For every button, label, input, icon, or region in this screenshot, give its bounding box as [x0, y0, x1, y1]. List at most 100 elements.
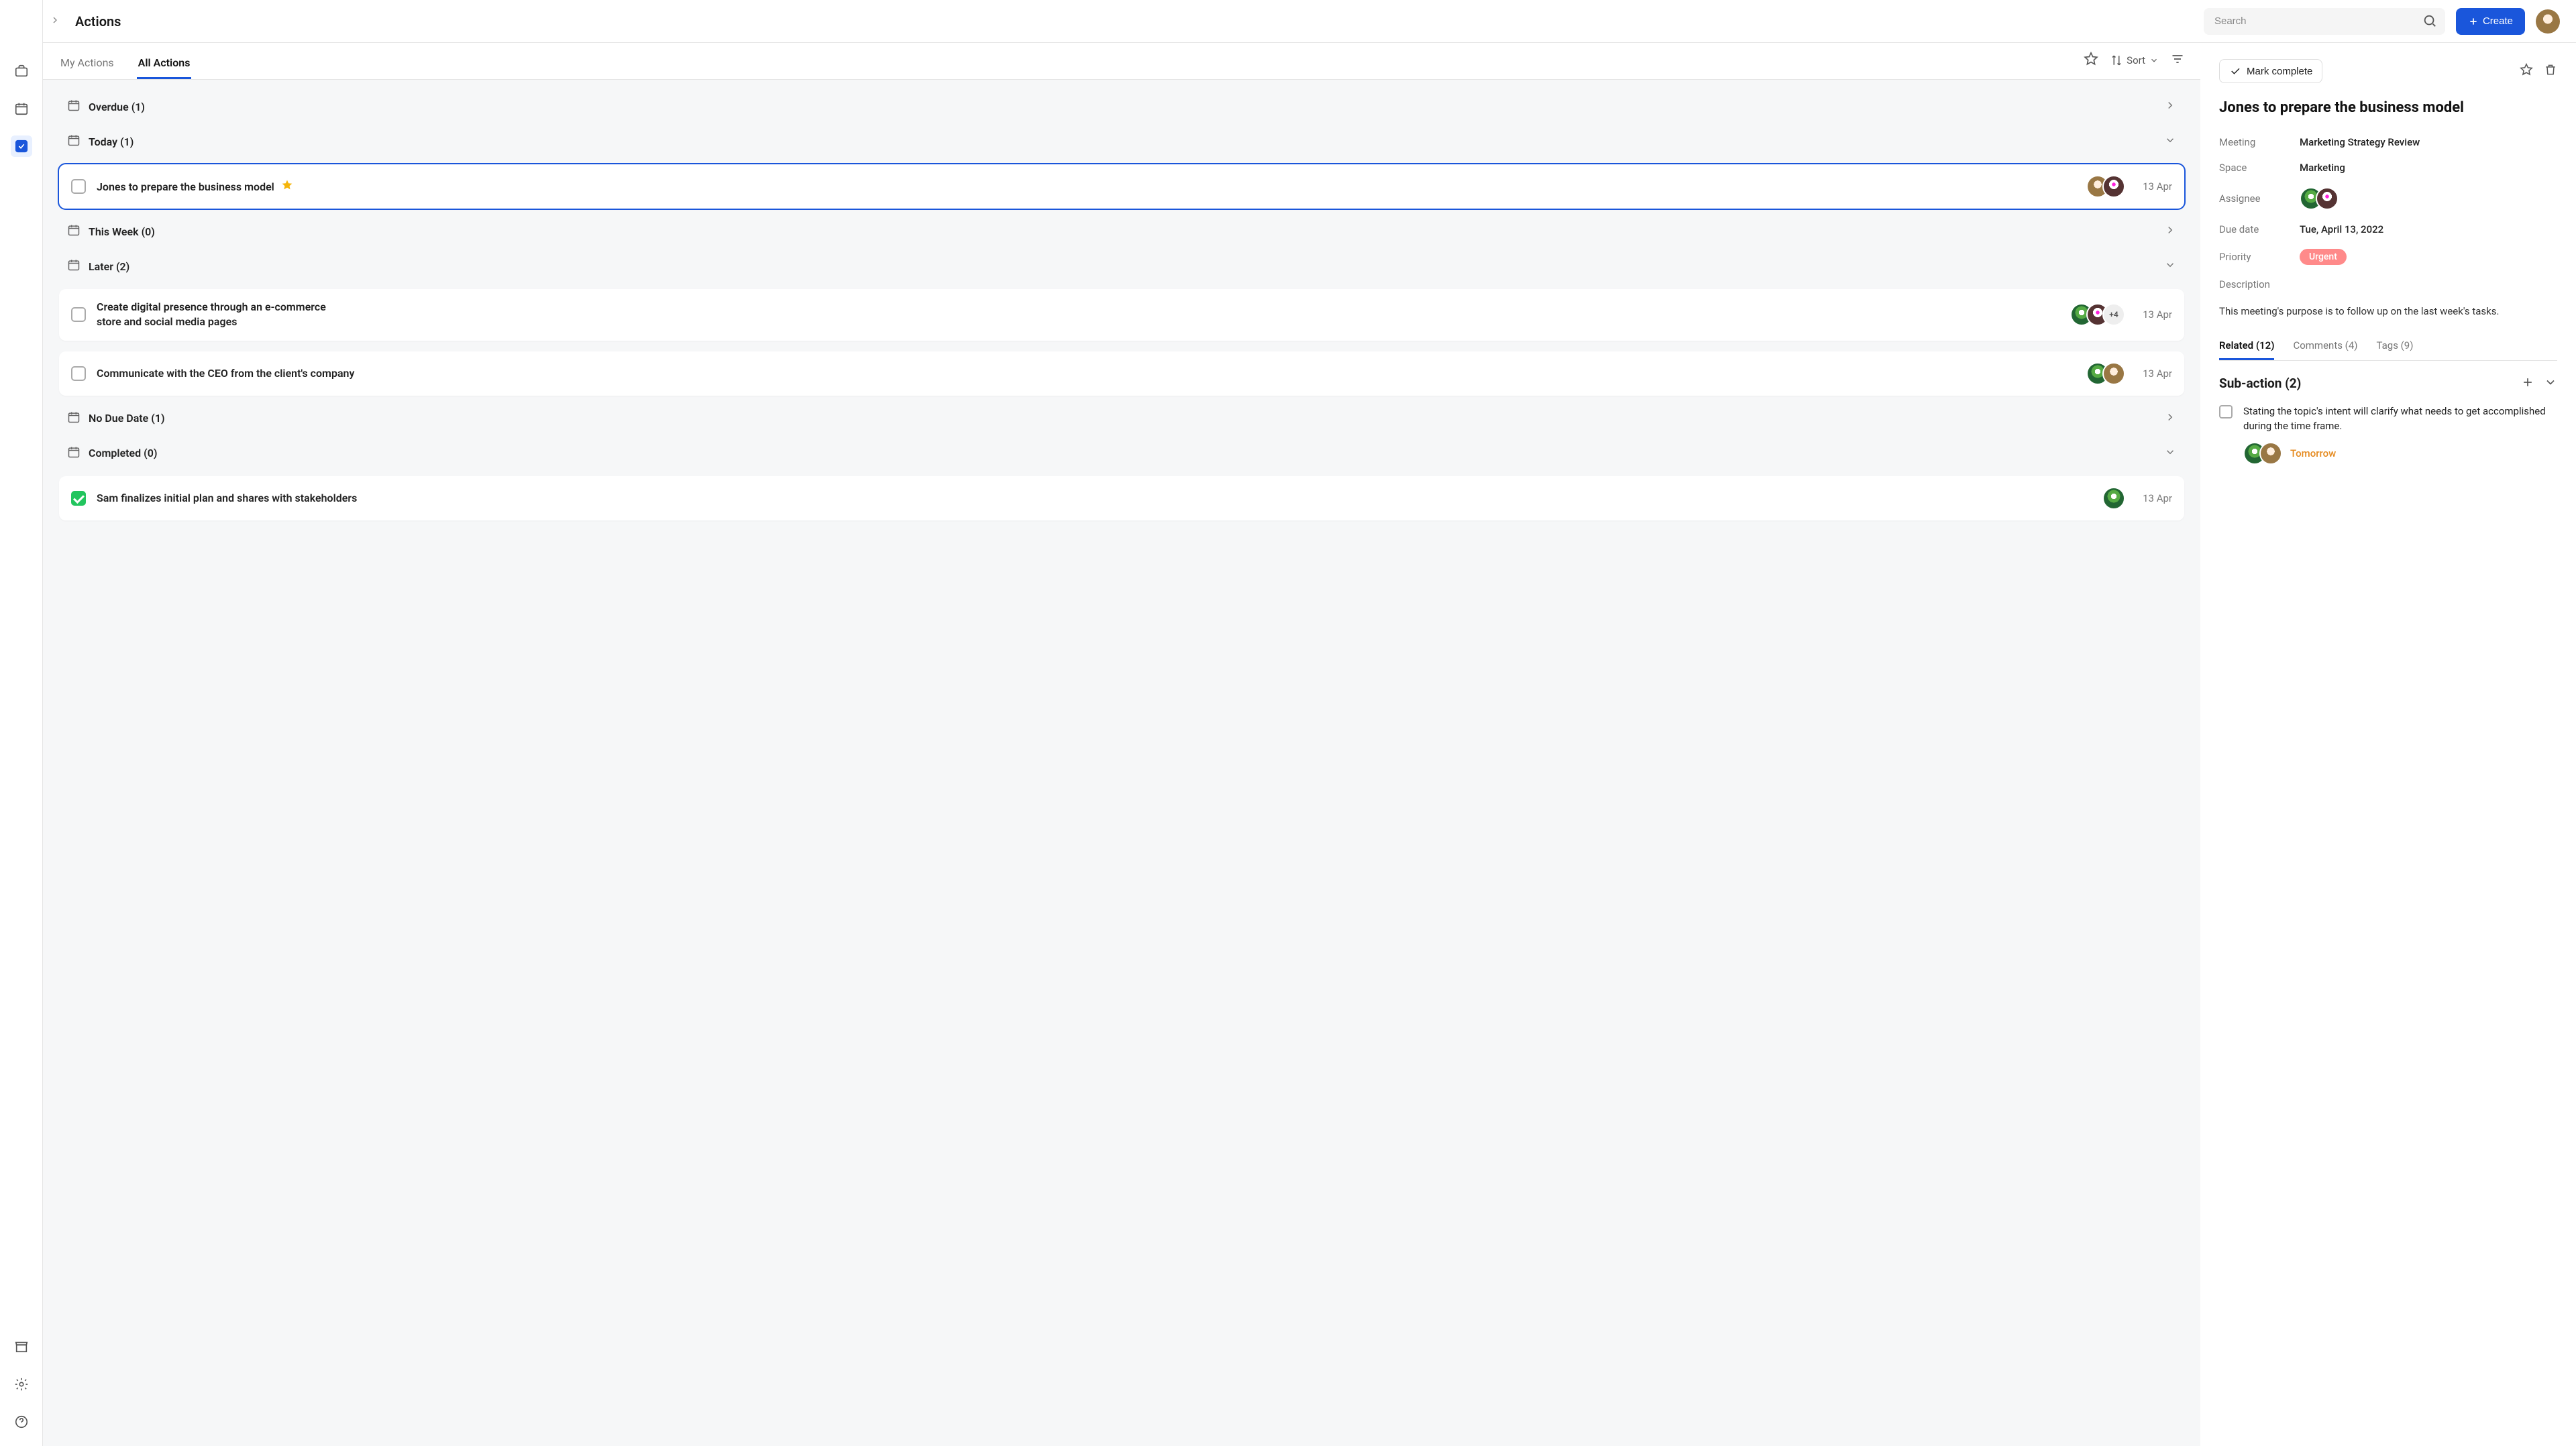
- section-no-due[interactable]: No Due Date (1): [59, 404, 2184, 433]
- sidenav-briefcase[interactable]: [11, 60, 32, 82]
- detail-tabs: Related (12) Comments (4) Tags (9): [2219, 333, 2557, 361]
- field-label: Due date: [2219, 223, 2300, 235]
- briefcase-icon: [14, 64, 29, 78]
- create-button[interactable]: Create: [2456, 8, 2525, 35]
- description-text[interactable]: This meeting's purpose is to follow up o…: [2219, 304, 2557, 319]
- section-title: No Due Date (1): [89, 412, 165, 425]
- section-title: This Week (0): [89, 225, 155, 238]
- search-icon[interactable]: [2422, 13, 2437, 31]
- sort-icon: [2110, 54, 2123, 66]
- action-title: Jones to prepare the business model: [97, 180, 274, 193]
- calendar-icon: [67, 410, 80, 427]
- chevron-right-icon: [2164, 224, 2176, 239]
- section-later[interactable]: Later (2): [59, 252, 2184, 281]
- star-icon[interactable]: [281, 179, 293, 194]
- action-card[interactable]: Communicate with the CEO from the client…: [59, 351, 2184, 396]
- due-date: 13 Apr: [2135, 309, 2172, 321]
- sort-button[interactable]: Sort: [2110, 54, 2159, 66]
- search-input[interactable]: [2204, 8, 2445, 35]
- assignee-avatars[interactable]: [2102, 487, 2125, 510]
- filter-icon[interactable]: [2171, 52, 2184, 68]
- action-title: Create digital presence through an e-com…: [97, 300, 352, 330]
- checkbox-icon: [14, 139, 29, 154]
- subaction-text: Stating the topic's intent will clarify …: [2243, 404, 2557, 434]
- subaction-item[interactable]: Stating the topic's intent will clarify …: [2219, 400, 2557, 469]
- assignee-avatars[interactable]: [2243, 442, 2282, 465]
- chevron-right-icon: [2164, 411, 2176, 426]
- field-label: Space: [2219, 162, 2300, 174]
- calendar-icon: [67, 223, 80, 239]
- checkbox[interactable]: [71, 366, 86, 381]
- calendar-icon: [67, 445, 80, 461]
- sidenav-store[interactable]: [11, 1336, 32, 1357]
- sidenav-actions[interactable]: [11, 135, 32, 157]
- sidenav-help[interactable]: [11, 1411, 32, 1433]
- tab-related[interactable]: Related (12): [2219, 333, 2274, 360]
- action-title: Communicate with the CEO from the client…: [97, 367, 354, 380]
- field-label: Assignee: [2219, 192, 2300, 205]
- chevron-down-icon: [2164, 134, 2176, 149]
- help-icon: [14, 1414, 29, 1429]
- sidenav-calendar[interactable]: [11, 98, 32, 119]
- collapse-subactions-icon[interactable]: [2544, 376, 2557, 392]
- favorite-icon[interactable]: [2520, 63, 2533, 79]
- favorite-icon[interactable]: [2084, 52, 2098, 69]
- action-card[interactable]: Create digital presence through an e-com…: [59, 289, 2184, 341]
- checkbox[interactable]: [2219, 405, 2233, 419]
- assignee-avatars[interactable]: [2300, 187, 2557, 210]
- assignee-avatars[interactable]: [2086, 175, 2125, 198]
- checkbox[interactable]: [71, 179, 86, 194]
- tab-comments[interactable]: Comments (4): [2293, 333, 2357, 360]
- section-title: Overdue (1): [89, 101, 145, 113]
- subaction-due: Tomorrow: [2290, 447, 2336, 459]
- tab-my-actions[interactable]: My Actions: [59, 48, 115, 79]
- due-date: 13 Apr: [2135, 180, 2172, 192]
- field-meeting: Meeting Marketing Strategy Review: [2219, 129, 2557, 155]
- plus-icon: [2468, 16, 2479, 27]
- field-value[interactable]: Marketing: [2300, 162, 2557, 174]
- create-button-label: Create: [2483, 15, 2513, 27]
- field-value[interactable]: Tue, April 13, 2022: [2300, 223, 2557, 235]
- detail-panel: Mark complete Jones to prepare the busin…: [2200, 43, 2576, 1446]
- section-today[interactable]: Today (1): [59, 127, 2184, 156]
- mark-complete-button[interactable]: Mark complete: [2219, 59, 2322, 83]
- priority-pill[interactable]: Urgent: [2300, 249, 2347, 265]
- calendar-icon: [67, 133, 80, 150]
- field-value[interactable]: Marketing Strategy Review: [2300, 136, 2557, 148]
- page-title: Actions: [75, 13, 121, 30]
- avatar: [2316, 187, 2339, 210]
- user-avatar[interactable]: [2536, 9, 2560, 34]
- chevron-down-icon: [2164, 446, 2176, 461]
- breadcrumb-chevron-icon: [50, 15, 60, 28]
- checkbox-checked[interactable]: [71, 491, 86, 506]
- action-card-completed[interactable]: Sam finalizes initial plan and shares wi…: [59, 476, 2184, 520]
- tab-all-actions[interactable]: All Actions: [137, 48, 192, 79]
- field-label: Meeting: [2219, 136, 2300, 148]
- calendar-icon: [67, 99, 80, 115]
- calendar-icon: [67, 258, 80, 274]
- section-this-week[interactable]: This Week (0): [59, 217, 2184, 246]
- subactions-title: Sub-action (2): [2219, 376, 2301, 391]
- sidenav-settings[interactable]: [11, 1374, 32, 1395]
- action-card-selected[interactable]: Jones to prepare the business model 13 A…: [59, 164, 2184, 209]
- field-assignee: Assignee: [2219, 180, 2557, 217]
- list-panel: My Actions All Actions Sort: [43, 43, 2200, 1446]
- mark-complete-label: Mark complete: [2247, 66, 2312, 77]
- search-box: [2204, 8, 2445, 35]
- tab-tags[interactable]: Tags (9): [2376, 333, 2413, 360]
- sort-label: Sort: [2127, 54, 2145, 66]
- detail-title: Jones to prepare the business model: [2219, 99, 2557, 116]
- section-completed[interactable]: Completed (0): [59, 439, 2184, 468]
- sidenav: [0, 0, 43, 1446]
- trash-icon[interactable]: [2544, 63, 2557, 79]
- assignee-avatars[interactable]: [2086, 362, 2125, 385]
- checkbox[interactable]: [71, 307, 86, 322]
- avatar: [2102, 175, 2125, 198]
- calendar-icon: [14, 101, 29, 116]
- assignee-avatars[interactable]: +4: [2070, 303, 2125, 326]
- field-description: Description: [2219, 272, 2557, 297]
- store-icon: [14, 1339, 29, 1354]
- section-overdue[interactable]: Overdue (1): [59, 92, 2184, 121]
- add-subaction-icon[interactable]: [2521, 376, 2534, 392]
- chevron-down-icon: [2164, 259, 2176, 274]
